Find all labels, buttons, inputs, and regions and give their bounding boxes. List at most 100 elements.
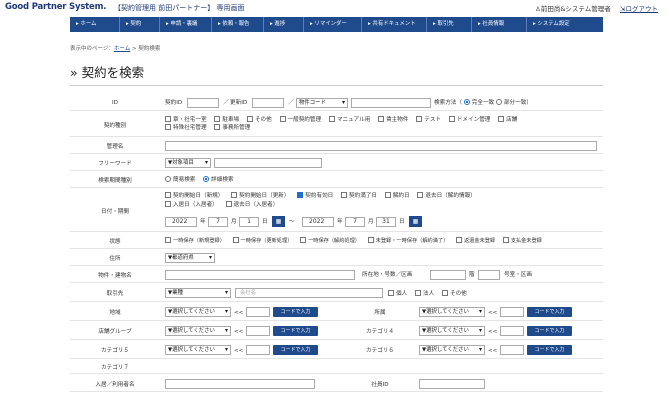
- date-type-checkbox[interactable]: 契約開始日（新規）: [165, 192, 223, 199]
- period-detail-radio[interactable]: 詳細検索: [203, 176, 234, 183]
- category5-code-button[interactable]: コードで入力: [273, 345, 318, 355]
- category4-label: カテゴリ４: [366, 329, 394, 335]
- system-name: 【契約管理用 前田パートナー】 専用画面: [114, 4, 245, 12]
- building-name-input[interactable]: [165, 270, 355, 280]
- calendar-icon[interactable]: ▦: [272, 216, 285, 227]
- search-exact-radio[interactable]: [463, 99, 470, 105]
- date-type-checkbox[interactable]: 退去日（解約情報）: [417, 192, 476, 199]
- product-code-input[interactable]: [351, 98, 431, 108]
- mgmt-row: 管理名: [70, 139, 603, 154]
- status-checkbox[interactable]: 未登録・一時保存（解約満了）: [367, 237, 448, 244]
- lot-input[interactable]: [430, 270, 466, 280]
- affiliation-code-input[interactable]: [500, 307, 524, 317]
- category5-code-input[interactable]: [246, 345, 270, 355]
- from-year-input[interactable]: 2022: [165, 217, 197, 227]
- employee-id-label: 社員ID: [371, 381, 389, 388]
- contract-id-input[interactable]: [187, 98, 219, 108]
- nav-contract[interactable]: ▸ 契約: [120, 17, 160, 32]
- period-type-row: 検索期間種別 簡易検索 詳細検索: [70, 173, 603, 188]
- mgmt-label: 管理名: [106, 144, 124, 150]
- category4-code-button[interactable]: コードで入力: [527, 326, 572, 336]
- type-checkbox[interactable]: マニュアル用: [328, 116, 370, 123]
- date-type-checkbox[interactable]: 入居日（入居者）: [165, 201, 218, 208]
- employee-id-input[interactable]: [419, 379, 485, 389]
- type-checkbox[interactable]: 店舗: [498, 116, 517, 123]
- individual-checkbox[interactable]: 個人: [388, 290, 407, 297]
- store-group-code-button[interactable]: コードで入力: [273, 326, 318, 336]
- calendar-icon[interactable]: ▦: [409, 216, 422, 227]
- category6-select[interactable]: ▼選択してください: [419, 345, 485, 355]
- date-type-checkbox[interactable]: 解約日: [384, 192, 410, 199]
- nav-partner[interactable]: ▸ 取引先: [427, 17, 472, 32]
- nav-application[interactable]: ▸ 申請・裏議: [160, 17, 212, 32]
- logo: Good Partner System.: [5, 2, 107, 12]
- affiliation-code-button[interactable]: コードで入力: [527, 307, 572, 317]
- type-checkbox[interactable]: テスト: [416, 116, 441, 123]
- date-type-checkbox[interactable]: 契約開始日（更新）: [231, 192, 290, 199]
- category5-select[interactable]: ▼選択してください: [165, 345, 231, 355]
- floor-input[interactable]: [478, 270, 500, 280]
- top-bar: Good Partner System. 【契約管理用 前田パートナー】 専用画…: [0, 0, 670, 16]
- residents-input[interactable]: [165, 379, 315, 389]
- search-partial-radio[interactable]: [495, 99, 502, 105]
- status-checkbox[interactable]: 支払金未登録: [502, 237, 542, 244]
- status-checkbox[interactable]: 一時保存（解約処理）: [300, 237, 360, 244]
- freeword-target-select[interactable]: ▼対象項目: [165, 158, 211, 168]
- freeword-input[interactable]: [214, 158, 322, 168]
- to-day-input[interactable]: 31: [376, 217, 396, 227]
- from-day-input[interactable]: 1: [239, 217, 259, 227]
- affiliation-select[interactable]: ▼選択してください: [419, 307, 485, 317]
- mgmt-name-input[interactable]: [165, 141, 597, 151]
- region-label: 地域: [109, 310, 121, 316]
- corporation-checkbox[interactable]: 法人: [414, 290, 434, 297]
- store-group-code-input[interactable]: [246, 326, 270, 336]
- store-group-select[interactable]: ▼選択してください: [165, 326, 231, 336]
- id-row: ID 契約ID ／ 更新ID ／ 物件コード 検索方法（ 完全一致 部分一致）: [70, 96, 603, 111]
- type-checkbox[interactable]: 章・社宅一室: [165, 116, 207, 123]
- nav-home[interactable]: ▸ ホーム: [70, 17, 120, 32]
- date-type-checkbox[interactable]: 退去日（入居者）: [225, 201, 278, 208]
- region-code-button[interactable]: コードで入力: [273, 307, 318, 317]
- to-year-input[interactable]: 2022: [302, 217, 334, 227]
- nav-employee[interactable]: ▸ 社員情報: [472, 17, 527, 32]
- nav-settings[interactable]: ▸ システム設定: [527, 17, 603, 32]
- date-type-checkbox[interactable]: 契約有効日: [297, 192, 333, 199]
- nav-progress[interactable]: ▸ 進捗: [264, 17, 304, 32]
- industry-select[interactable]: ▼業種: [165, 288, 231, 298]
- category6-code-input[interactable]: [500, 345, 524, 355]
- nav-reminder[interactable]: ▸ リマインダー: [304, 17, 362, 32]
- status-checkbox[interactable]: 一時保存（更新処理）: [232, 237, 292, 244]
- type-checkbox[interactable]: 特殊社宅管理: [165, 124, 207, 131]
- type-checkbox[interactable]: その他: [246, 116, 272, 123]
- status-row: 状態 一時保存（新規登録） 一時保存（更新処理） 一時保存（解約処理） 未登録・…: [70, 234, 603, 249]
- status-checkbox[interactable]: 返還金未登録: [455, 237, 495, 244]
- to-month-input[interactable]: 7: [345, 217, 365, 227]
- type-checkbox[interactable]: 一般契約管理: [279, 116, 321, 123]
- product-code-select[interactable]: 物件コード: [296, 98, 348, 108]
- logout-link[interactable]: ⇲ログアウト: [620, 3, 658, 13]
- renew-id-input[interactable]: [252, 98, 284, 108]
- type-checkbox[interactable]: 駐車場: [214, 116, 239, 123]
- category4-code-input[interactable]: [500, 326, 524, 336]
- status-checkbox[interactable]: 一時保存（新規登録）: [165, 237, 225, 244]
- date-type-checkbox[interactable]: 契約満了日: [341, 192, 377, 199]
- type-checkbox[interactable]: 賃主物件: [378, 116, 408, 123]
- region-code-input[interactable]: [246, 307, 270, 317]
- partner-label: 取引先: [106, 291, 124, 297]
- other-checkbox[interactable]: その他: [441, 290, 467, 297]
- region-select[interactable]: ▼選択してください: [165, 307, 231, 317]
- from-month-input[interactable]: 7: [208, 217, 228, 227]
- contract-id-label: 契約ID: [165, 100, 183, 106]
- type-checkbox[interactable]: 事務所管理: [214, 124, 250, 131]
- nav-request[interactable]: ▸ 依頼・報告: [212, 17, 264, 32]
- type-checkbox[interactable]: ドメイン管理: [448, 116, 490, 123]
- category4-select[interactable]: ▼選択してください: [419, 326, 485, 336]
- category6-code-button[interactable]: コードで入力: [527, 345, 572, 355]
- breadcrumb-home-link[interactable]: ホーム: [114, 46, 130, 52]
- period-simple-radio[interactable]: 簡易検索: [165, 176, 195, 183]
- building-row: 物件・建物名 所在地・号数／区画 階 号室・区画: [70, 268, 603, 283]
- nav-shared-docs[interactable]: ▸ 共有ドキュメント: [362, 17, 427, 32]
- breadcrumb: 表示中のページ：ホーム > 契約検索: [70, 46, 161, 52]
- prefecture-select[interactable]: ▼都道府県: [165, 253, 215, 263]
- company-name-input[interactable]: 会社名: [235, 288, 383, 298]
